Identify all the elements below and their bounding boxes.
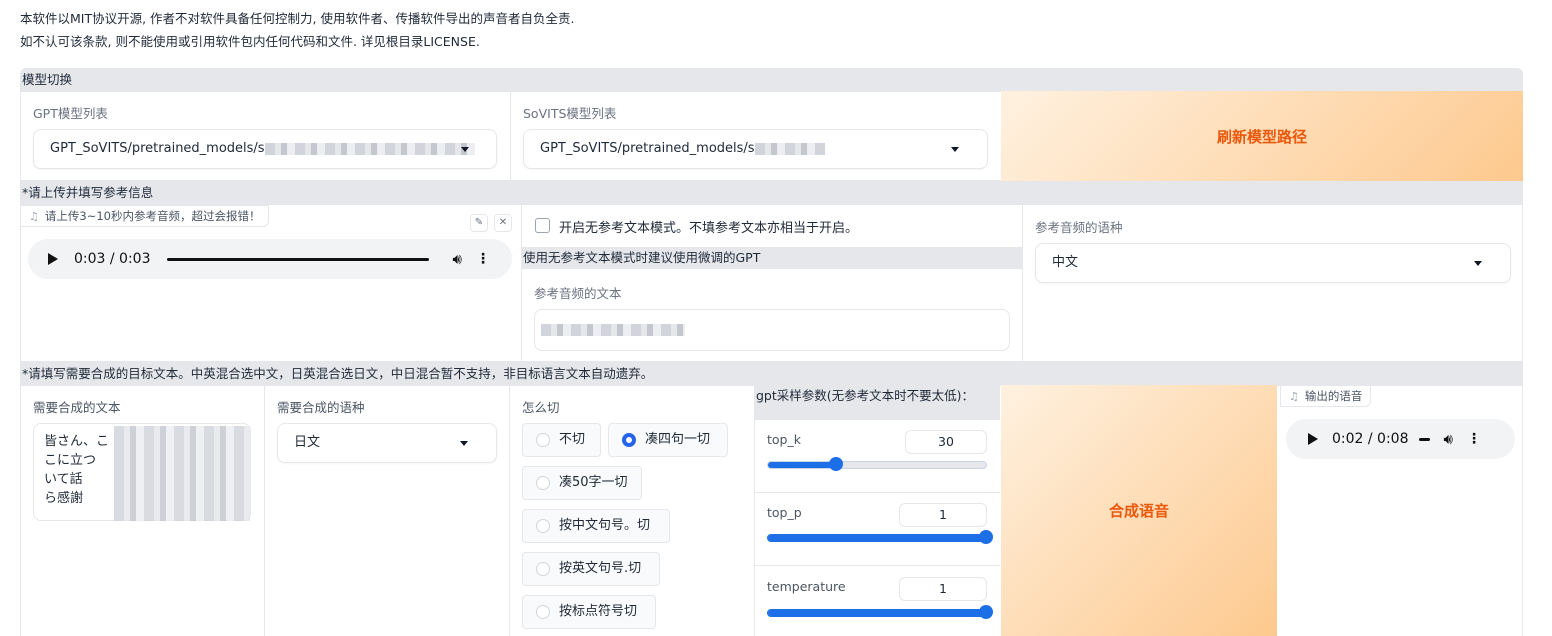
close-icon[interactable]: ✕ bbox=[494, 214, 512, 232]
cut-method-label: 怎么切 bbox=[522, 400, 560, 415]
audio-progress-bar[interactable] bbox=[166, 257, 429, 261]
more-options-icon[interactable]: ⋮ bbox=[476, 252, 490, 266]
top-k-slider[interactable] bbox=[767, 457, 987, 471]
volume-icon[interactable]: 🔊︎ bbox=[1444, 430, 1453, 448]
radio-button[interactable] bbox=[536, 605, 550, 619]
volume-icon[interactable]: 🔊︎ bbox=[453, 250, 462, 268]
slider-thumb[interactable] bbox=[979, 605, 993, 619]
radio-button[interactable] bbox=[536, 433, 550, 447]
chevron-down-icon bbox=[461, 147, 469, 152]
output-audio-time: 0:02 / 0:08 bbox=[1332, 431, 1409, 447]
music-note-icon: ♫ bbox=[29, 210, 39, 223]
radio-button[interactable] bbox=[536, 562, 550, 576]
redacted-text bbox=[541, 324, 685, 336]
cut-option-en-period[interactable]: 按英文句号.切 bbox=[522, 552, 660, 586]
top-k-input[interactable]: 30 bbox=[905, 430, 987, 454]
no-ref-text-label: 开启无参考文本模式。不填参考文本亦相当于开启。 bbox=[559, 221, 859, 236]
sovits-model-dropdown[interactable]: GPT_SoVITS/pretrained_models/s bbox=[523, 129, 988, 169]
model-switch-header: 模型切换 bbox=[20, 68, 1523, 91]
audio-progress-bar[interactable] bbox=[1418, 437, 1430, 441]
redacted-text bbox=[114, 426, 250, 521]
temperature-slider[interactable] bbox=[767, 605, 993, 619]
top-p-label: top_p bbox=[767, 505, 802, 520]
radio-button-selected[interactable] bbox=[622, 433, 636, 447]
chevron-down-icon bbox=[1474, 261, 1482, 266]
slider-thumb[interactable] bbox=[829, 457, 843, 471]
redacted-path bbox=[264, 142, 475, 155]
cut-option-four-sentences[interactable]: 凑四句一切 bbox=[608, 423, 728, 457]
temperature-label: temperature bbox=[767, 579, 846, 594]
license-notice-line1: 本软件以MIT协议开源, 作者不对软件具备任何控制力, 使用软件者、传播软件导出… bbox=[20, 11, 575, 26]
reference-header: *请上传并填写参考信息 bbox=[20, 181, 1523, 204]
top-p-param: top_p 1 bbox=[755, 493, 1000, 566]
reference-audio-player[interactable]: 0:03 / 0:03 🔊︎ ⋮ bbox=[28, 239, 512, 279]
more-options-icon[interactable]: ⋮ bbox=[1467, 432, 1481, 446]
ref-text-input[interactable] bbox=[534, 309, 1010, 351]
gpt-model-value: GPT_SoVITS/pretrained_models/s bbox=[50, 141, 265, 156]
synthesis-header: *请填写需要合成的目标文本。中英混合选中文，日英混合选日文，中日混合暂不支持，非… bbox=[20, 362, 1523, 385]
pencil-icon[interactable]: ✎ bbox=[470, 214, 488, 232]
ref-lang-label: 参考音频的语种 bbox=[1035, 220, 1123, 235]
license-notice-line2: 如不认可该条款, 则不能使用或引用软件包内任何代码和文件. 详见根目录LICEN… bbox=[20, 34, 480, 49]
temperature-param: temperature 1 bbox=[755, 566, 1000, 636]
synthesize-button[interactable]: 合成语音 bbox=[1001, 385, 1277, 636]
cut-option-50-chars[interactable]: 凑50字一切 bbox=[522, 466, 642, 500]
output-audio-tag: ♫ 输出的语音 bbox=[1280, 385, 1372, 407]
refresh-model-paths-button[interactable]: 刷新模型路径 bbox=[1001, 91, 1523, 181]
top-k-label: top_k bbox=[767, 432, 801, 447]
target-lang-value: 日文 bbox=[294, 435, 321, 450]
output-audio-player[interactable]: 0:02 / 0:08 🔊︎ ⋮ bbox=[1286, 419, 1515, 459]
ref-lang-value: 中文 bbox=[1052, 255, 1079, 270]
radio-button[interactable] bbox=[536, 476, 550, 490]
no-ref-hint: 使用无参考文本模式时建议使用微调的GPT bbox=[521, 247, 1022, 269]
top-p-slider[interactable] bbox=[767, 530, 993, 544]
chevron-down-icon bbox=[951, 147, 959, 152]
reference-audio-tag: ♫ 请上传3~10秒内参考音频，超过会报错！ bbox=[20, 205, 270, 227]
cut-option-none[interactable]: 不切 bbox=[522, 423, 601, 457]
ref-lang-dropdown[interactable]: 中文 bbox=[1035, 243, 1511, 283]
gpt-params-header: gpt采样参数(无参考文本时不要太低)： bbox=[755, 385, 1000, 420]
target-text-label: 需要合成的文本 bbox=[33, 400, 121, 415]
slider-thumb[interactable] bbox=[979, 530, 993, 544]
target-lang-dropdown[interactable]: 日文 bbox=[277, 423, 497, 463]
reference-audio-time: 0:03 / 0:03 bbox=[74, 251, 151, 267]
temperature-input[interactable]: 1 bbox=[899, 577, 987, 601]
play-icon[interactable] bbox=[1308, 433, 1318, 445]
target-lang-label: 需要合成的语种 bbox=[277, 400, 365, 415]
no-ref-text-checkbox[interactable] bbox=[535, 218, 550, 233]
sovits-model-value: GPT_SoVITS/pretrained_models/s bbox=[540, 141, 755, 156]
top-p-input[interactable]: 1 bbox=[899, 503, 987, 527]
play-icon[interactable] bbox=[48, 253, 58, 265]
cut-option-punctuation[interactable]: 按标点符号切 bbox=[522, 595, 656, 629]
top-k-param: top_k 30 bbox=[755, 420, 1000, 493]
chevron-down-icon bbox=[460, 441, 468, 446]
music-note-icon: ♫ bbox=[1289, 390, 1299, 403]
gpt-model-dropdown[interactable]: GPT_SoVITS/pretrained_models/s bbox=[33, 129, 497, 169]
ref-text-label: 参考音频的文本 bbox=[534, 286, 622, 301]
target-text-input[interactable]: 皆さん、こ こに立つ いて話 ら感謝 bbox=[33, 423, 251, 521]
gpt-model-label: GPT模型列表 bbox=[33, 106, 108, 121]
sovits-model-label: SoVITS模型列表 bbox=[523, 106, 617, 121]
redacted-path bbox=[754, 142, 825, 155]
radio-button[interactable] bbox=[536, 519, 550, 533]
cut-option-cn-period[interactable]: 按中文句号。切 bbox=[522, 509, 670, 543]
